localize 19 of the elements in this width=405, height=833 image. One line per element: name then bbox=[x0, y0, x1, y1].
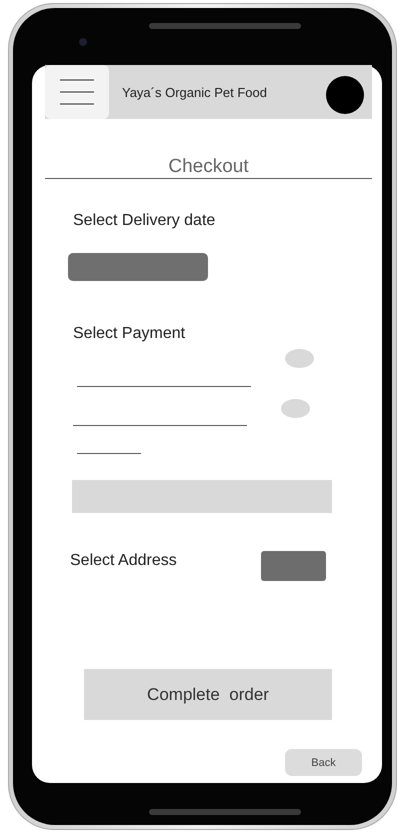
radio-button[interactable] bbox=[281, 399, 310, 418]
input-field[interactable] bbox=[72, 480, 332, 513]
menu-button[interactable] bbox=[45, 65, 109, 119]
date-field[interactable] bbox=[68, 253, 208, 281]
fill-in-line[interactable] bbox=[77, 453, 141, 454]
payment-label: Select Payment bbox=[73, 324, 186, 343]
menu-icon bbox=[60, 79, 94, 105]
radio-button[interactable] bbox=[285, 349, 314, 368]
complete-order-button[interactable]: Complete order bbox=[84, 669, 332, 720]
app-title: Yaya´s Organic Pet Food bbox=[122, 84, 267, 100]
address-label: Select Address bbox=[70, 551, 177, 570]
camera-icon bbox=[79, 38, 87, 46]
avatar[interactable] bbox=[326, 76, 364, 114]
fill-in-line[interactable] bbox=[77, 386, 251, 387]
delivery-label: Select Delivery date bbox=[73, 211, 216, 230]
page-title: Checkout bbox=[45, 119, 372, 179]
back-button[interactable]: Back bbox=[285, 749, 362, 776]
fill-in-line[interactable] bbox=[73, 425, 247, 426]
address-button[interactable] bbox=[261, 551, 326, 581]
